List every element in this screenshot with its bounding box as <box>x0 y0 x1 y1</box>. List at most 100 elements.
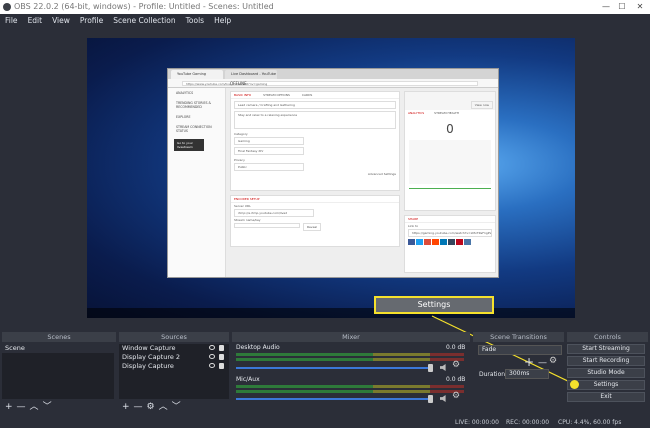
browser-tab: YouTube Gaming <box>171 70 223 79</box>
address-bar: https://www.youtube.com/live_dashboard?n… <box>182 81 478 86</box>
volume-meter <box>236 353 464 356</box>
maximize-button[interactable]: ☐ <box>614 0 630 14</box>
scenes-list[interactable]: Scene <box>2 344 114 399</box>
tumblr-icon <box>448 239 455 245</box>
scenes-dock-title: Scenes <box>2 332 116 342</box>
server-url-field: rtmp://a.rtmp.youtube.com/live2 <box>234 209 314 217</box>
eye-icon[interactable] <box>209 345 215 350</box>
remove-scene-button[interactable]: — <box>17 402 26 412</box>
source-item[interactable]: Display Capture 2 <box>119 353 229 362</box>
share-panel: SHARE Link to https://gaming.youtube.com… <box>404 215 496 273</box>
eye-icon[interactable] <box>209 354 215 359</box>
settings-highlight-dot <box>570 380 579 389</box>
start-recording-button[interactable]: Start Recording <box>567 356 645 366</box>
move-up-icon[interactable]: ︿ <box>30 402 39 412</box>
tab-stream-health: STREAM HEALTH <box>434 111 460 115</box>
remove-transition-button[interactable]: — <box>538 358 547 368</box>
captured-desktop: YouTube Gaming Live Dashboard - YouTube … <box>87 38 575 318</box>
sidebar-item-trending: TRENDING STORIES & RECOMMENDED <box>176 101 211 109</box>
viewers-graph <box>409 140 491 184</box>
menu-scene-collection[interactable]: Scene Collection <box>108 14 180 28</box>
share-link-field: https://gaming.youtube.com/watch?v=xMvTR… <box>408 229 492 237</box>
start-streaming-button[interactable]: Start Streaming <box>567 344 645 354</box>
speaker-icon[interactable] <box>440 395 446 402</box>
sidebar-item-analytics: ANALYTICS <box>176 91 194 95</box>
controls-dock-title: Controls <box>567 332 648 342</box>
obs-app-icon <box>3 3 11 11</box>
status-bar: LIVE: 00:00:00 REC: 00:00:00 CPU: 4.4%, … <box>0 418 650 428</box>
gear-icon[interactable]: ⚙ <box>549 356 557 366</box>
view-now-button: View now <box>470 101 493 109</box>
lock-icon[interactable] <box>219 354 224 360</box>
menu-view[interactable]: View <box>47 14 75 28</box>
lock-icon[interactable] <box>219 345 224 351</box>
transition-select[interactable]: Fade <box>478 345 562 355</box>
close-button[interactable]: ✕ <box>632 0 648 14</box>
scenes-toolbar: + — ︿ ﹀ <box>5 399 56 412</box>
mixer-channel-label: Mic/Aux <box>236 376 260 383</box>
rec-time: REC: 00:00:00 <box>506 419 550 426</box>
lock-icon[interactable] <box>219 363 224 369</box>
move-down-icon[interactable]: ﹀ <box>172 402 181 412</box>
eye-icon[interactable] <box>209 363 215 368</box>
cpu-fps: CPU: 4.4%, 60.00 fps <box>558 419 622 426</box>
volume-slider-handle[interactable] <box>428 395 433 403</box>
volume-slider[interactable] <box>236 367 428 369</box>
tab-stream-options: STREAM OPTIONS <box>263 93 290 97</box>
mixer-channel-db: 0.0 dB <box>446 376 466 383</box>
livestream-button: Go to your livestream <box>174 139 204 151</box>
facebook-icon <box>408 239 415 245</box>
pinterest-icon <box>456 239 463 245</box>
privacy-select: Public <box>234 163 304 171</box>
transitions-dock-title: Scene Transitions <box>473 332 564 342</box>
duration-input[interactable]: 300ms <box>505 369 549 379</box>
analytics-panel: View now ANALYTICS STREAM HEALTH 0 <box>404 91 496 211</box>
mixer-dock-title: Mixer <box>232 332 470 342</box>
studio-mode-button[interactable]: Studio Mode <box>567 368 645 378</box>
source-label: Window Capture <box>122 344 176 352</box>
exit-button[interactable]: Exit <box>567 392 645 402</box>
source-item[interactable]: Display Capture <box>119 362 229 371</box>
preview-area[interactable]: YouTube Gaming Live Dashboard - YouTube … <box>0 28 650 330</box>
volume-slider[interactable] <box>236 398 428 400</box>
move-up-icon[interactable]: ︿ <box>159 402 168 412</box>
minimize-button[interactable]: — <box>598 0 614 14</box>
browser-tab: Live Dashboard - YouTube <box>225 70 277 79</box>
volume-meter <box>236 385 464 388</box>
sources-toolbar: + — ⚙ ︿ ﹀ <box>122 399 185 412</box>
scene-item[interactable]: Scene <box>2 344 114 353</box>
mixer-channel-db: 0.0 dB <box>446 344 466 351</box>
menu-profile[interactable]: Profile <box>75 14 108 28</box>
sidebar-item-explore: EXPLORE <box>176 115 191 119</box>
speaker-icon[interactable] <box>440 364 446 371</box>
menu-edit[interactable]: Edit <box>23 14 48 28</box>
duration-label: Duration <box>479 371 506 378</box>
menu-help[interactable]: Help <box>209 14 236 28</box>
add-scene-button[interactable]: + <box>5 402 13 412</box>
sources-dock-title: Sources <box>119 332 229 342</box>
source-item[interactable]: Window Capture <box>119 344 229 353</box>
vk-icon <box>464 239 471 245</box>
advanced-settings-link: Advanced Settings <box>367 172 396 176</box>
menu-file[interactable]: File <box>0 14 23 28</box>
encoder-setup-panel: ENCODER SETUP Server URL rtmp://a.rtmp.y… <box>230 195 400 247</box>
sources-list[interactable]: Window Capture Display Capture 2 Display… <box>119 344 229 399</box>
twitter-icon <box>416 239 423 245</box>
move-down-icon[interactable]: ﹀ <box>43 402 52 412</box>
volume-slider-handle[interactable] <box>428 364 433 372</box>
gear-icon[interactable]: ⚙ <box>452 391 460 401</box>
social-share-icons <box>405 237 495 247</box>
window-title: OBS 22.0.2 (64-bit, windows) - Profile: … <box>14 2 274 11</box>
menu-tools[interactable]: Tools <box>181 14 209 28</box>
game-field: Final Fantasy XIV <box>234 147 304 155</box>
share-header: SHARE <box>405 216 495 223</box>
tab-basic-info: BASIC INFO <box>234 93 252 97</box>
add-source-button[interactable]: + <box>122 402 130 412</box>
reveal-button: Reveal <box>303 223 322 231</box>
gear-icon[interactable]: ⚙ <box>147 402 155 412</box>
gear-icon[interactable]: ⚙ <box>452 360 460 370</box>
add-transition-button[interactable]: + <box>524 355 534 369</box>
remove-source-button[interactable]: — <box>134 402 143 412</box>
source-label: Display Capture 2 <box>122 353 181 361</box>
stream-status: OFFLINE <box>230 81 247 86</box>
